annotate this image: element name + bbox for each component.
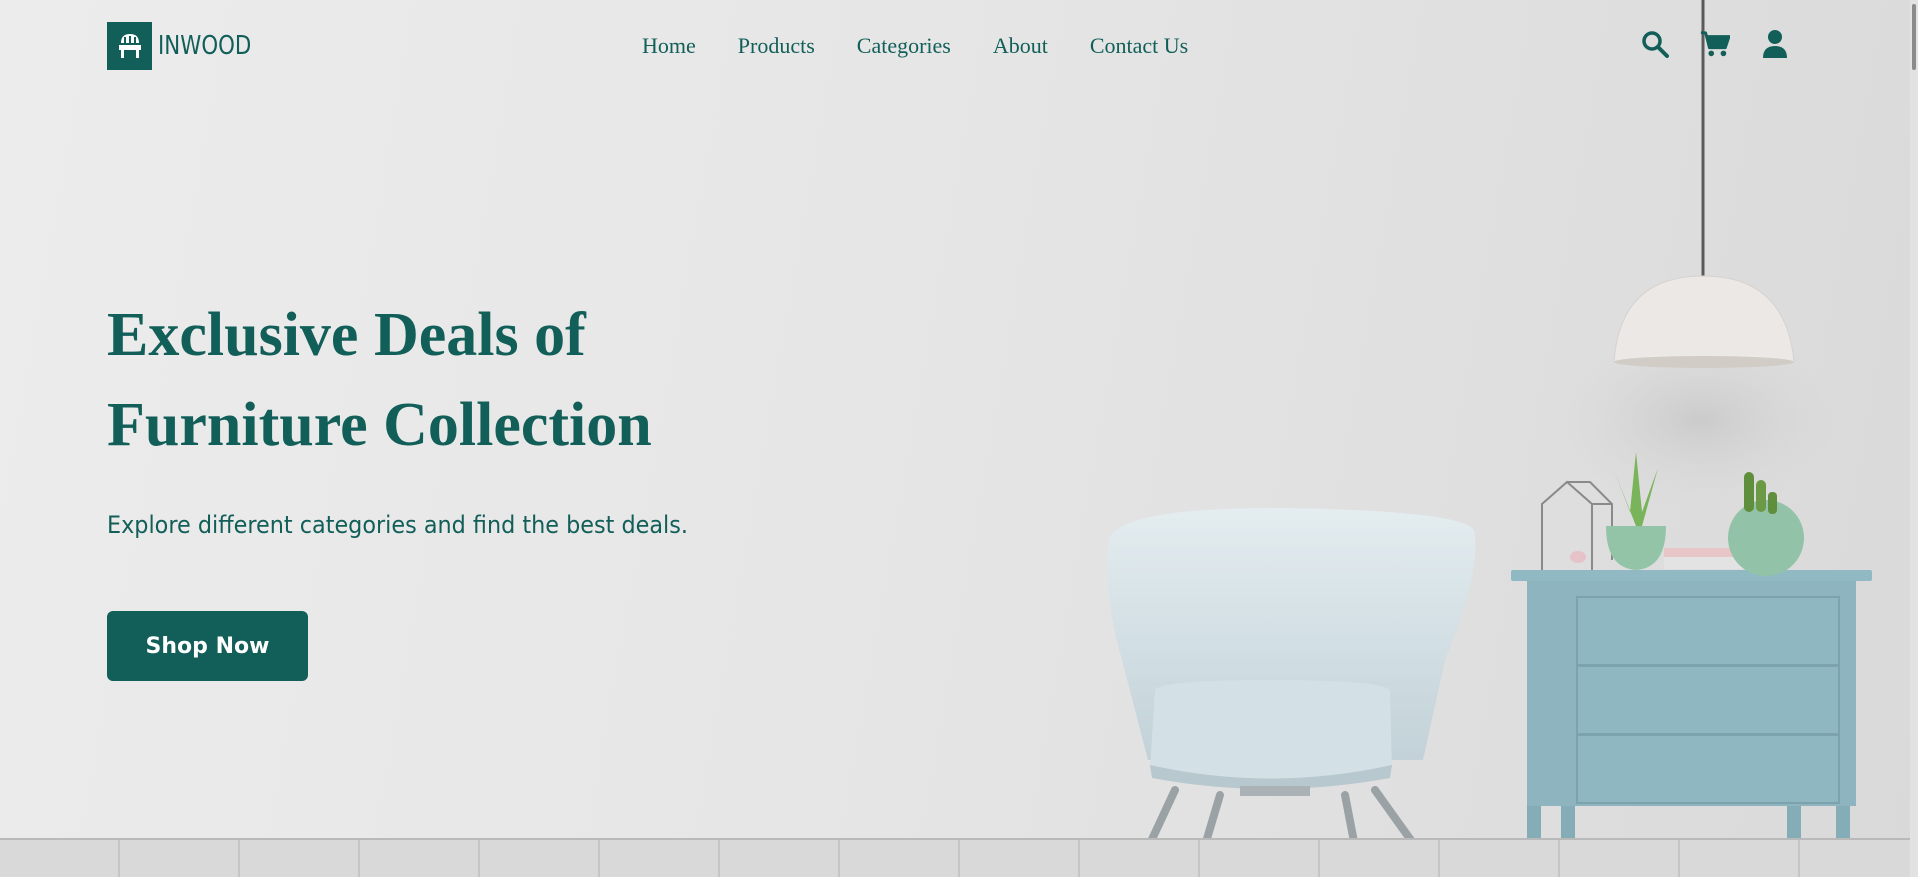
search-icon[interactable] <box>1640 28 1670 60</box>
side-cabinet <box>1511 570 1872 864</box>
nav-link-home[interactable]: Home <box>642 33 696 58</box>
cabinet-decor <box>1541 452 1804 576</box>
hero-title: Exclusive Deals of Furniture Collection <box>107 290 867 470</box>
scrollbar-thumb[interactable] <box>1912 4 1916 70</box>
nav-icons <box>1640 28 1790 60</box>
chair-icon <box>107 22 152 70</box>
user-icon[interactable] <box>1760 28 1790 60</box>
page-scrollbar[interactable] <box>1910 0 1918 877</box>
hero-subtitle: Explore different categories and find th… <box>107 511 688 539</box>
nav-links: Home Products Categories About Contact U… <box>642 33 1188 59</box>
armchair <box>1107 508 1476 877</box>
top-navigation: INWOOD Home Products Categories About Co… <box>0 0 1918 94</box>
hero-title-line-2: Furniture Collection <box>107 391 652 459</box>
brand-logo[interactable]: INWOOD <box>107 22 272 70</box>
brand-name: INWOOD <box>158 31 252 61</box>
hero-title-line-1: Exclusive Deals of <box>107 301 586 369</box>
nav-link-categories[interactable]: Categories <box>857 33 951 58</box>
nav-link-products[interactable]: Products <box>738 33 815 58</box>
nav-link-contact-us[interactable]: Contact Us <box>1090 33 1188 58</box>
cart-icon[interactable] <box>1700 28 1730 60</box>
shop-now-button[interactable]: Shop Now <box>107 611 308 681</box>
floor <box>0 838 1918 877</box>
nav-link-about[interactable]: About <box>993 33 1048 58</box>
